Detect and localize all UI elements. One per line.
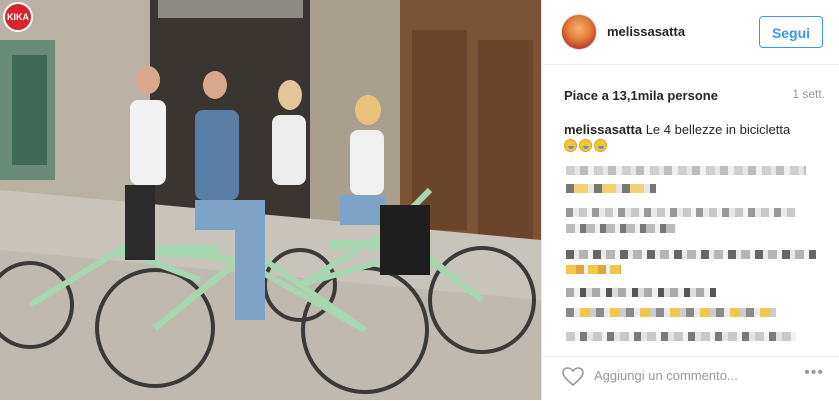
bicycle-photo bbox=[0, 0, 541, 400]
comment-bar: Aggiungi un commento... ••• bbox=[542, 356, 839, 401]
caption-emojis bbox=[564, 139, 607, 152]
post-sidebar: melissasatta Segui Piace a 13,1mila pers… bbox=[541, 0, 839, 400]
username-link[interactable]: melissasatta bbox=[607, 24, 685, 39]
post-header: melissasatta Segui bbox=[542, 0, 839, 65]
likes-count[interactable]: Piace a 13,1mila persone bbox=[564, 88, 718, 103]
blurred-comment-line bbox=[566, 332, 796, 341]
blurred-comment-line bbox=[566, 265, 621, 274]
post-time[interactable]: 1 sett. bbox=[792, 87, 825, 101]
caption-username[interactable]: melissasatta bbox=[564, 122, 642, 137]
crying-laughing-emoji-icon bbox=[564, 139, 577, 152]
post-photo: KIKA bbox=[0, 0, 541, 400]
follow-button[interactable]: Segui bbox=[759, 16, 823, 48]
blurred-comment-line bbox=[566, 288, 716, 297]
heart-icon[interactable] bbox=[562, 367, 584, 387]
blurred-comment-line bbox=[566, 224, 676, 233]
comment-input[interactable]: Aggiungi un commento... bbox=[594, 368, 738, 383]
crying-laughing-emoji-icon bbox=[579, 139, 592, 152]
blurred-comment-line bbox=[566, 308, 776, 317]
blurred-comment-line bbox=[566, 184, 656, 193]
caption: melissasatta Le 4 bellezze in bicicletta bbox=[564, 122, 824, 138]
blurred-comments bbox=[564, 160, 826, 350]
blurred-comment-line bbox=[566, 208, 796, 217]
blurred-comment-line bbox=[566, 166, 806, 175]
avatar[interactable] bbox=[561, 14, 597, 50]
blurred-comment-line bbox=[566, 250, 816, 259]
more-options-button[interactable]: ••• bbox=[804, 364, 824, 382]
caption-text: Le 4 bellezze in bicicletta bbox=[645, 122, 791, 137]
crying-laughing-emoji-icon bbox=[594, 139, 607, 152]
watermark-logo: KIKA bbox=[3, 2, 33, 32]
